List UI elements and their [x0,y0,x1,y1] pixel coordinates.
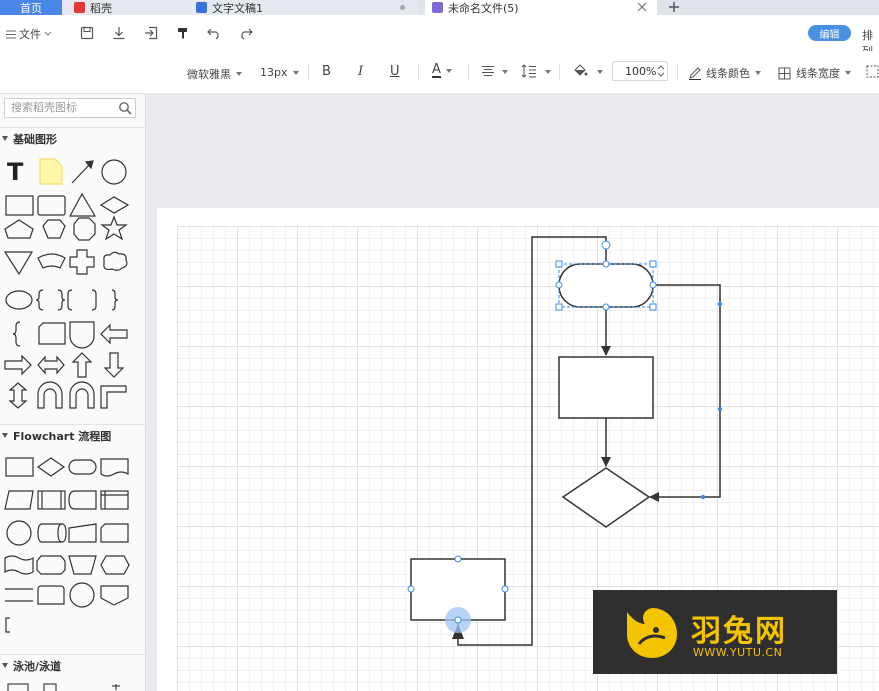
resize-handle[interactable] [649,260,657,268]
diagram-layer [407,236,723,646]
resize-handle[interactable] [555,260,563,268]
connection-point[interactable] [407,585,415,593]
watermark: 羽兔网 WWW.YUTU.CN [593,590,837,674]
process-shape[interactable] [558,356,654,419]
watermark-url: WWW.YUTU.CN [693,646,783,659]
resize-handle[interactable] [555,303,563,311]
connector-waypoints[interactable] [700,301,723,500]
connector-terminal-to-decision[interactable] [649,284,721,502]
connection-point[interactable] [602,260,610,268]
connection-point[interactable] [501,585,509,593]
waypoint-handle[interactable] [717,301,723,307]
connection-point[interactable] [602,303,610,311]
waypoint-handle[interactable] [717,406,723,412]
watermark-title: 羽兔网 [691,614,787,649]
rotate-handle[interactable] [601,240,611,250]
decision-shape[interactable] [561,467,651,528]
terminal-shape[interactable] [558,263,654,308]
waypoint-handle[interactable] [700,494,706,500]
resize-handle[interactable] [649,303,657,311]
connection-point[interactable] [454,616,462,624]
connection-point[interactable] [555,281,563,289]
connection-point[interactable] [454,555,462,563]
connection-point[interactable] [649,281,657,289]
yutu-logo-icon [627,608,677,658]
